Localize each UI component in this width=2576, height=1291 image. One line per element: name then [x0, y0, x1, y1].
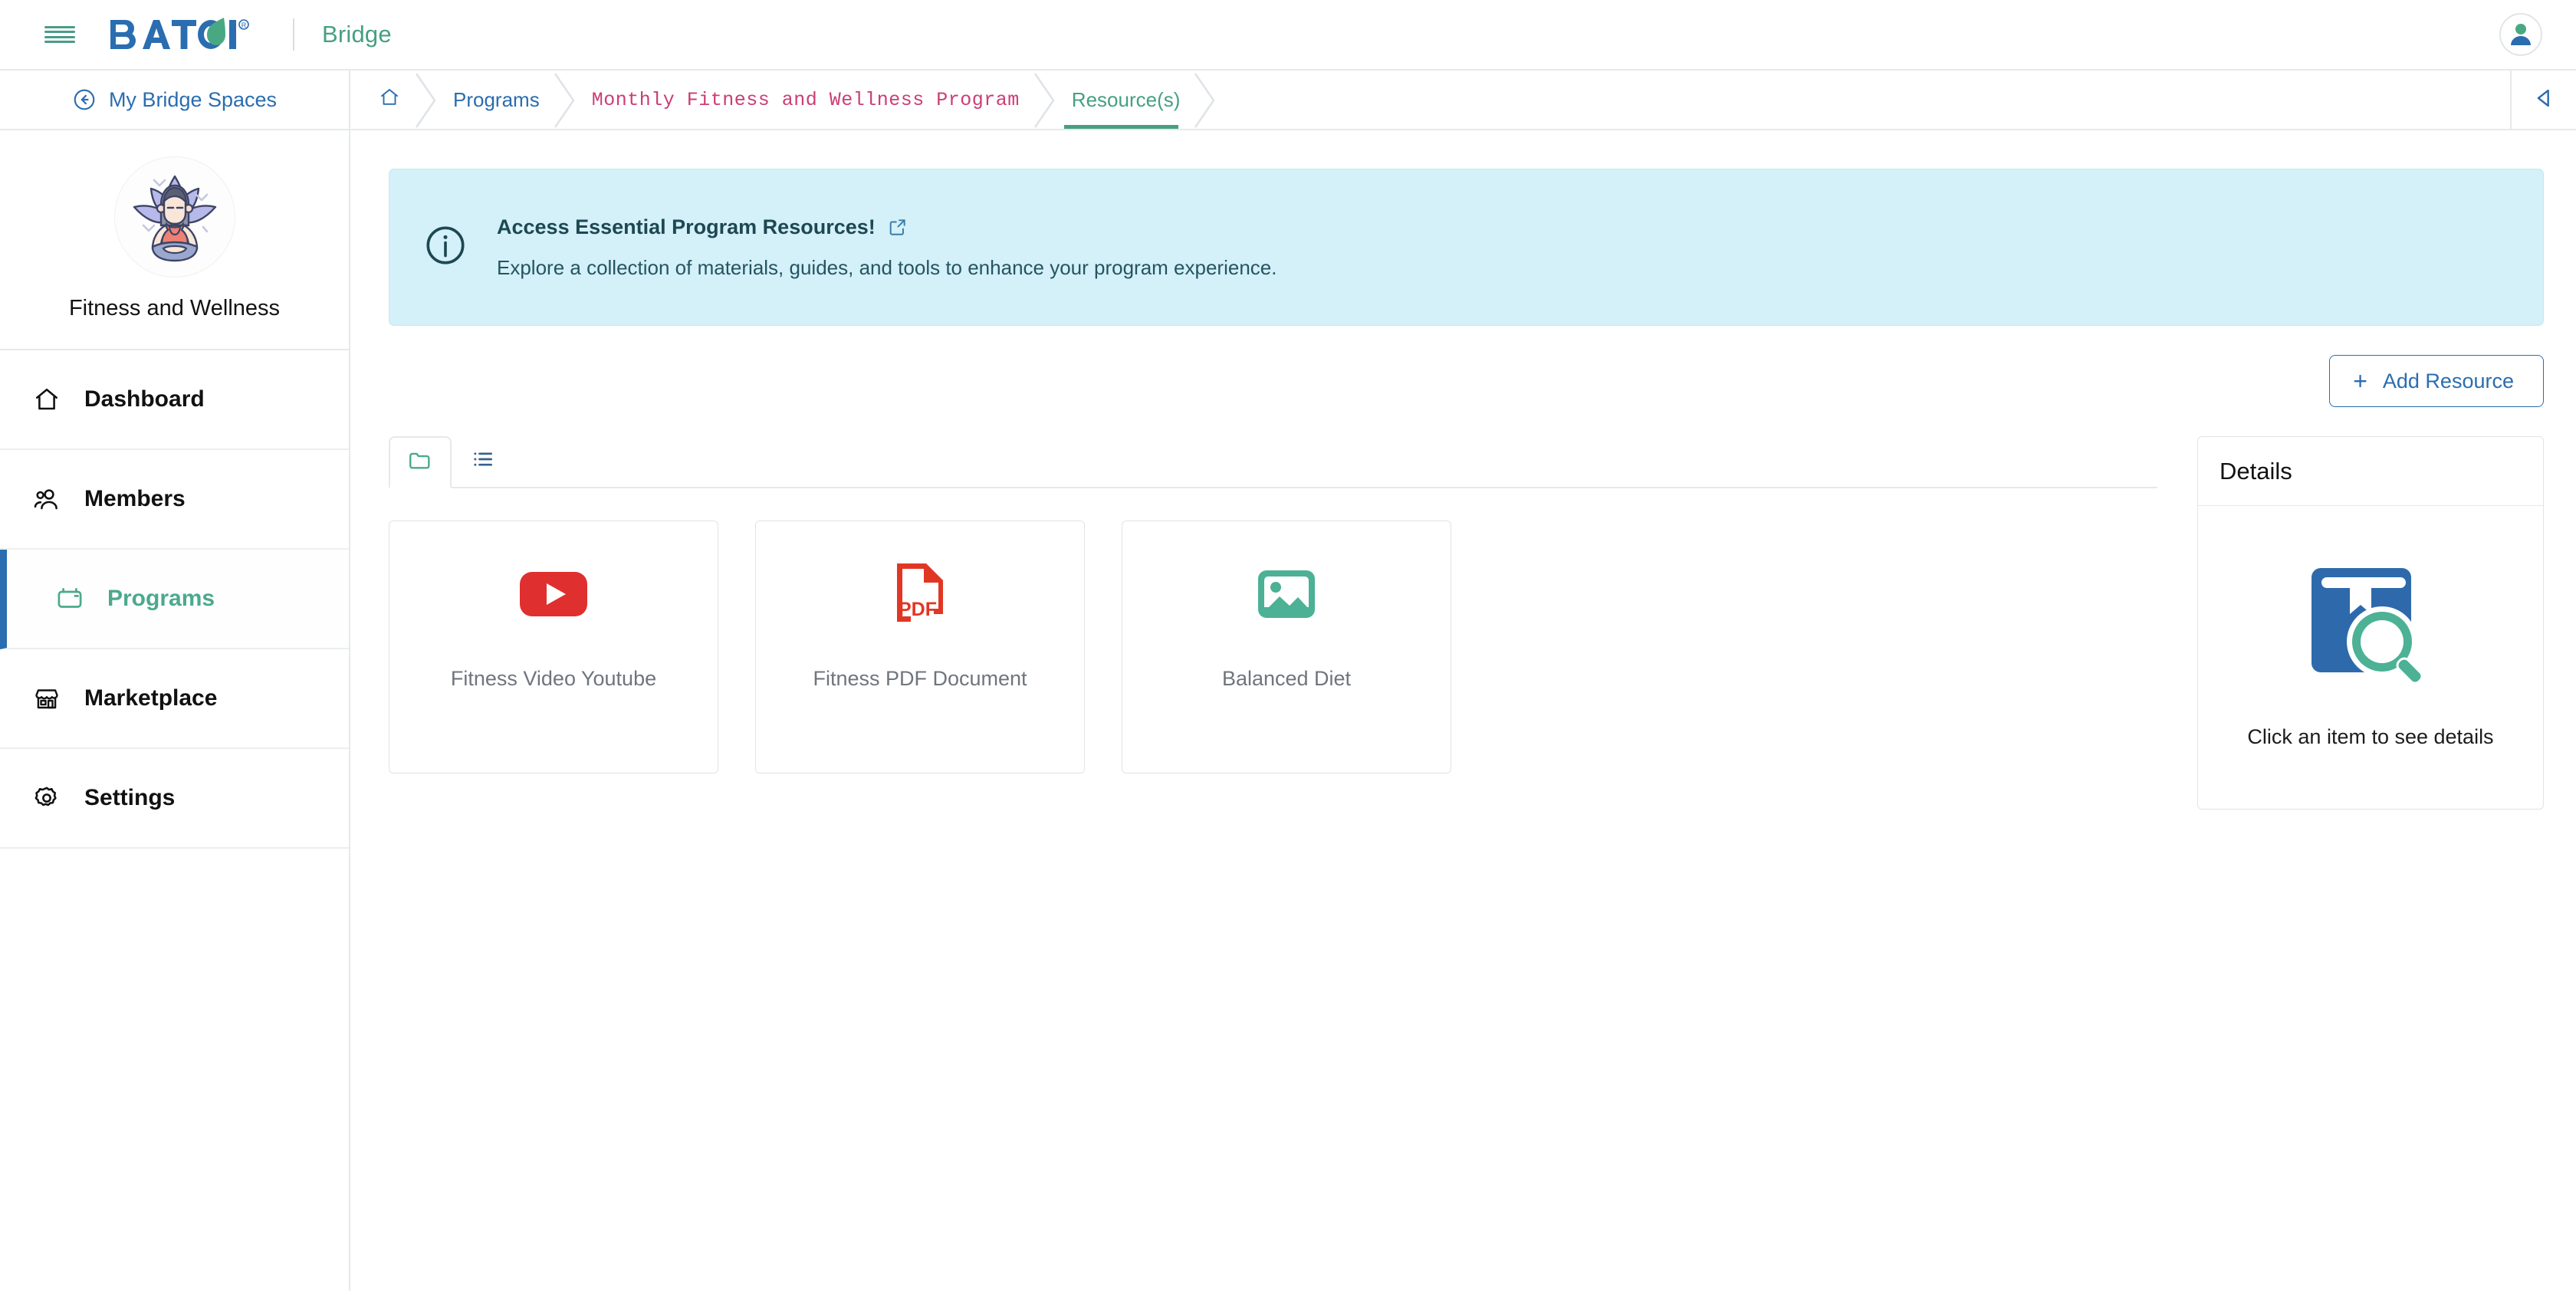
resource-cards: Fitness Video Youtube PDF Fitness PDF Do…	[389, 488, 2157, 774]
view-mode-tabs	[389, 436, 2157, 488]
sidebar-item-dashboard[interactable]: Dashboard	[0, 350, 349, 450]
breadcrumb-label: Programs	[453, 87, 540, 111]
user-avatar-icon[interactable]	[2499, 13, 2542, 56]
sidebar-item-label: Programs	[107, 586, 215, 611]
breadcrumb: Programs Monthly Fitness and Wellness Pr…	[350, 71, 2576, 129]
add-resource-button[interactable]: + Add Resource	[2329, 355, 2544, 407]
info-banner-text: Access Essential Program Resources! Expl…	[497, 215, 1276, 280]
sidebar-nav: Dashboard Members Programs Marketplace S…	[0, 350, 349, 849]
breadcrumb-home[interactable]	[350, 71, 436, 129]
add-resource-label: Add Resource	[2382, 369, 2514, 393]
gear-icon	[31, 782, 63, 814]
hamburger-line	[44, 35, 75, 38]
info-circle-icon	[423, 223, 468, 271]
calendar-folder-icon	[54, 583, 86, 615]
info-banner: Access Essential Program Resources! Expl…	[389, 169, 2544, 326]
image-icon	[1122, 521, 1451, 667]
hamburger-line	[44, 31, 75, 34]
resource-card[interactable]: PDF Fitness PDF Document	[755, 521, 1085, 774]
main-content: Access Essential Program Resources! Expl…	[350, 130, 2576, 1291]
sidebar-item-marketplace[interactable]: Marketplace	[0, 649, 349, 749]
resource-card[interactable]: Fitness Video Youtube	[389, 521, 718, 774]
info-banner-description: Explore a collection of materials, guide…	[497, 255, 1277, 279]
body: Fitness and Wellness Dashboard Members P…	[0, 130, 2576, 1291]
home-icon	[378, 86, 401, 114]
pdf-file-icon: PDF	[756, 521, 1084, 667]
svg-text:R: R	[242, 21, 247, 29]
breadcrumb-item-programs[interactable]: Programs	[427, 71, 575, 129]
content-columns: Fitness Video Youtube PDF Fitness PDF Do…	[350, 407, 2576, 810]
sidebar-item-label: Dashboard	[84, 386, 205, 412]
sidebar: Fitness and Wellness Dashboard Members P…	[0, 130, 350, 1291]
sidebar-item-settings[interactable]: Settings	[0, 749, 349, 849]
users-icon	[31, 483, 63, 515]
list-icon	[471, 447, 495, 475]
sidebar-item-members[interactable]: Members	[0, 450, 349, 550]
batoi-logo[interactable]: R	[109, 17, 262, 52]
resource-name: Fitness Video Youtube	[450, 667, 657, 690]
breadcrumb-bar: My Bridge Spaces Programs Monthly Fitnes…	[0, 71, 2576, 130]
arrow-left-circle-icon	[72, 87, 97, 112]
my-bridge-spaces-link[interactable]: My Bridge Spaces	[0, 71, 350, 129]
app-name: Bridge	[322, 21, 392, 48]
details-empty-text: Click an item to see details	[2247, 724, 2494, 748]
sidebar-item-label: Marketplace	[84, 685, 218, 711]
external-link-icon[interactable]	[888, 217, 908, 237]
chevron-left-icon	[2531, 85, 2557, 115]
home-icon	[31, 383, 63, 416]
book-search-icon	[2301, 562, 2440, 696]
sidebar-item-label: Settings	[84, 785, 176, 810]
hamburger-line	[44, 40, 75, 43]
resource-name: Fitness PDF Document	[813, 667, 1027, 690]
folder-icon	[407, 448, 433, 478]
yoga-lotus-avatar	[113, 156, 235, 278]
resource-card[interactable]: Balanced Diet	[1122, 521, 1451, 774]
details-column: Details Click an item to see details	[2197, 436, 2544, 810]
plus-icon: +	[2353, 367, 2367, 395]
info-banner-title-row: Access Essential Program Resources!	[497, 215, 1276, 239]
tab-folder-view[interactable]	[389, 436, 452, 488]
top-bar: R Bridge	[0, 0, 2576, 71]
collapse-panel-button[interactable]	[2510, 71, 2576, 129]
store-icon	[31, 682, 63, 714]
svg-text:PDF: PDF	[899, 599, 937, 620]
hamburger-line	[44, 26, 75, 28]
toolbar: + Add Resource	[350, 326, 2576, 407]
breadcrumb-item-program-name[interactable]: Monthly Fitness and Wellness Program	[566, 71, 1055, 129]
breadcrumb-label: Resource(s)	[1071, 87, 1181, 111]
youtube-icon	[389, 521, 718, 667]
space-card: Fitness and Wellness	[0, 130, 349, 350]
resources-column: Fitness Video Youtube PDF Fitness PDF Do…	[389, 436, 2157, 774]
details-panel: Details Click an item to see details	[2197, 436, 2544, 810]
brand-divider	[293, 18, 294, 51]
info-banner-title: Access Essential Program Resources!	[497, 215, 876, 238]
breadcrumb-label: Monthly Fitness and Wellness Program	[591, 88, 1020, 111]
tab-list-view[interactable]	[452, 435, 514, 487]
sidebar-item-programs[interactable]: Programs	[0, 550, 349, 649]
breadcrumb-item-resources[interactable]: Resource(s)	[1046, 71, 1215, 129]
resource-name: Balanced Diet	[1221, 667, 1352, 690]
breadcrumb-chevron-icon	[1192, 71, 1220, 129]
my-bridge-spaces-label: My Bridge Spaces	[108, 87, 278, 111]
space-name: Fitness and Wellness	[68, 296, 281, 320]
hamburger-icon[interactable]	[44, 23, 75, 46]
details-title: Details	[2198, 437, 2543, 506]
sidebar-item-label: Members	[84, 486, 186, 511]
details-empty-state: Click an item to see details	[2198, 506, 2543, 809]
